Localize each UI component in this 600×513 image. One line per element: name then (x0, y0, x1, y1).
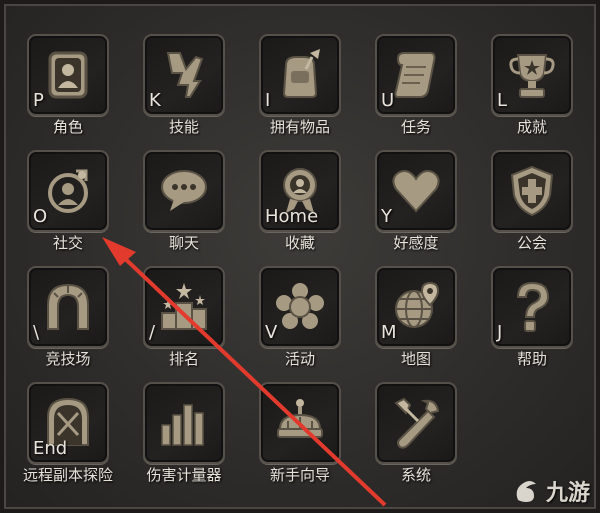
guild-shield-icon (510, 165, 554, 217)
menu-tile[interactable]: U (375, 34, 457, 116)
hotkey-label: K (149, 90, 161, 111)
hotkey-label: End (33, 438, 68, 459)
event-star-icon (276, 283, 324, 329)
inventory-bag-icon (282, 49, 320, 98)
menu-tile[interactable]: V (259, 266, 341, 348)
achievement-trophy-icon (509, 54, 555, 98)
hotkey-label: Home (265, 206, 319, 227)
menu-item-label: 新手向导 (269, 466, 330, 484)
skill-lightning-icon (166, 52, 204, 98)
menu-item-help[interactable]: J 帮助 (474, 244, 590, 368)
menu-item-damage-meter[interactable]: 伤害计量器 (126, 360, 242, 484)
menu-item-ranking[interactable]: / 排名 (126, 244, 242, 368)
hotkey-label: M (381, 322, 397, 343)
hotkey-label: Y (381, 206, 392, 227)
beginner-crown-icon (277, 399, 323, 438)
watermark-text: 九游 (545, 481, 590, 506)
affection-heart-icon (392, 170, 440, 213)
menu-item-quests[interactable]: U 任务 (358, 12, 474, 136)
menu-item-map[interactable]: M 地图 (358, 244, 474, 368)
menu-item-guild[interactable]: 公会 (474, 128, 590, 252)
hotkey-label: O (33, 206, 48, 227)
menu-tile[interactable]: O (27, 150, 109, 232)
watermark: 九游 (512, 475, 590, 507)
menu-item-label: 远程副本探险 (22, 466, 113, 484)
game-menu-panel: P 角色 K 技能 I 拥有物品 U 任务 L 成就 O 社交 聊天 Home … (0, 0, 600, 513)
menu-item-label: 帮助 (516, 350, 547, 368)
menu-tile[interactable]: K (143, 34, 225, 116)
hotkey-label: P (33, 90, 44, 111)
hotkey-label: L (497, 90, 508, 111)
menu-grid: P 角色 K 技能 I 拥有物品 U 任务 L 成就 O 社交 聊天 Home … (0, 0, 600, 513)
menu-item-skills[interactable]: K 技能 (126, 12, 242, 136)
menu-tile[interactable] (375, 382, 457, 464)
hotkey-label: J (497, 322, 503, 343)
ranking-podium-icon (161, 283, 207, 330)
menu-tile[interactable]: L (491, 34, 573, 116)
social-person-icon (48, 169, 88, 213)
menu-tile[interactable]: P (27, 34, 109, 116)
menu-item-arena[interactable]: \ 竞技场 (10, 244, 126, 368)
jiuyou-logo-icon (516, 481, 536, 502)
menu-tile[interactable] (491, 150, 573, 232)
menu-tile[interactable]: Home (259, 150, 341, 232)
menu-item-events[interactable]: V 活动 (242, 244, 358, 368)
menu-item-system[interactable]: 系统 (358, 360, 474, 484)
menu-item-remote-dungeon[interactable]: End 远程副本探险 (10, 360, 126, 484)
character-portrait-icon (48, 51, 88, 99)
menu-item-collection[interactable]: Home 收藏 (242, 128, 358, 252)
menu-item-inventory[interactable]: I 拥有物品 (242, 12, 358, 136)
menu-tile[interactable] (259, 382, 341, 464)
menu-tile[interactable]: End (27, 382, 109, 464)
system-wrench-icon (394, 397, 440, 449)
help-question-icon (516, 281, 550, 332)
menu-item-chat[interactable]: 聊天 (126, 128, 242, 252)
damage-meter-bars-icon (161, 404, 204, 446)
menu-item-social[interactable]: O 社交 (10, 128, 126, 252)
menu-tile[interactable]: I (259, 34, 341, 116)
hotkey-label: U (381, 90, 395, 111)
menu-item-label: 伤害计量器 (146, 466, 222, 484)
menu-tile[interactable]: Y (375, 150, 457, 232)
menu-tile[interactable]: \ (27, 266, 109, 348)
menu-item-character[interactable]: P 角色 (10, 12, 126, 136)
menu-item-affection[interactable]: Y 好感度 (358, 128, 474, 252)
menu-tile[interactable] (143, 382, 225, 464)
menu-item-label: 系统 (400, 466, 431, 484)
menu-tile[interactable]: J (491, 266, 573, 348)
menu-tile[interactable]: M (375, 266, 457, 348)
arena-arch-icon (47, 283, 89, 330)
hotkey-label: I (265, 90, 271, 111)
menu-tile[interactable]: / (143, 266, 225, 348)
menu-item-beginner-guide[interactable]: 新手向导 (242, 360, 358, 484)
menu-tile[interactable] (143, 150, 225, 232)
hotkey-label: V (265, 322, 278, 343)
menu-item-achievements[interactable]: L 成就 (474, 12, 590, 136)
chat-bubble-icon (161, 170, 207, 211)
quest-scroll-icon (394, 52, 436, 98)
hotkey-label: / (149, 322, 156, 343)
hotkey-label: \ (33, 322, 40, 343)
